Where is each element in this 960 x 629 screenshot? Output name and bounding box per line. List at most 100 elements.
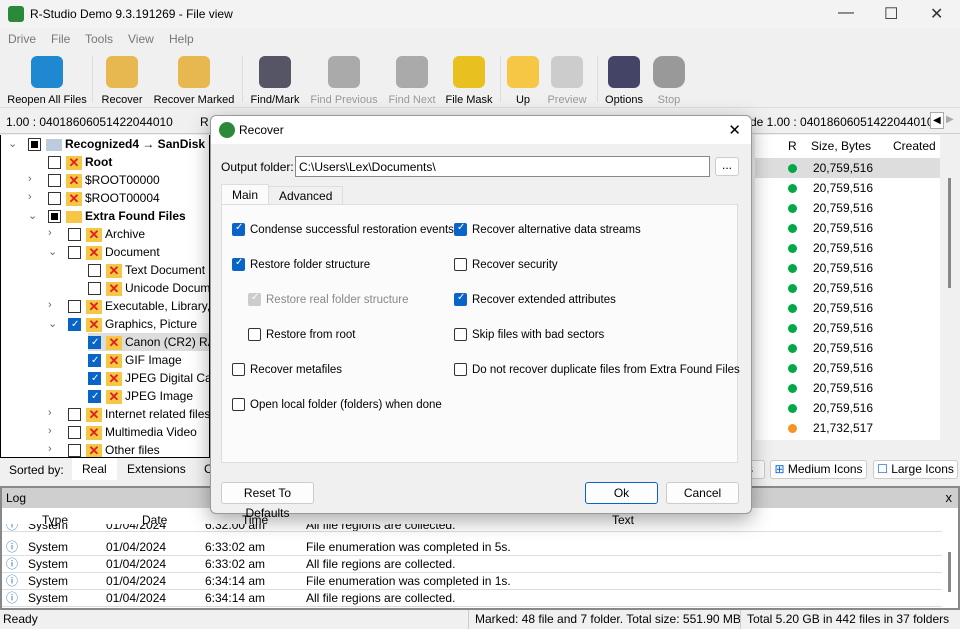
menu-drive[interactable]: Drive [8, 32, 36, 46]
tab-main[interactable]: Main [221, 184, 270, 205]
tree-checkbox[interactable] [88, 370, 101, 388]
file-row[interactable]: 20,759,516 [755, 158, 940, 178]
log-close-button[interactable]: x [946, 490, 953, 505]
stop-button[interactable]: Stop [652, 54, 686, 106]
checkbox[interactable] [232, 398, 245, 412]
reset-defaults-button[interactable]: Reset To Defaults [221, 482, 314, 520]
column-size[interactable]: Size, Bytes [811, 139, 871, 153]
option-skip-files-with-bad-sectors[interactable]: Skip files with bad sectors [454, 328, 604, 342]
cancel-button[interactable]: Cancel [666, 482, 739, 504]
tree-node[interactable]: ✕ Root [48, 153, 112, 171]
checkbox[interactable] [232, 221, 245, 237]
tree-checkbox[interactable] [68, 426, 81, 440]
file-row[interactable]: 20,759,516 [755, 258, 940, 278]
checkbox[interactable] [454, 328, 467, 342]
tree-checkbox[interactable] [28, 138, 41, 152]
tab-advanced[interactable]: Advanced [268, 186, 344, 204]
option-restore-from-root[interactable]: Restore from root [248, 328, 355, 342]
minimize-button[interactable]: — [838, 4, 854, 22]
tab-extensions[interactable]: Extensions [127, 462, 186, 476]
option-open-local-folder-folders-when-done[interactable]: Open local folder (folders) when done [232, 398, 442, 412]
tree-node[interactable]: ✕JPEG Digital Can [88, 369, 209, 388]
large-icons-button[interactable]: ☐ Large Icons [873, 460, 958, 479]
address-tab[interactable]: R [200, 115, 209, 129]
list-scrollbar[interactable] [948, 178, 951, 288]
checkbox[interactable] [454, 291, 467, 307]
checkbox[interactable] [454, 221, 467, 237]
checkbox[interactable] [454, 258, 467, 272]
tree-checkbox[interactable] [68, 408, 81, 422]
expand-down-icon[interactable]: ⌄ [8, 137, 17, 150]
file-row[interactable]: 20,759,516 [755, 358, 940, 378]
option-do-not-recover-duplicate-files-from-extra-found-files[interactable]: Do not recover duplicate files from Extr… [454, 363, 740, 377]
recover-marked-button[interactable]: Recover Marked [152, 54, 236, 106]
tree-checkbox[interactable] [88, 334, 101, 352]
options-button[interactable]: Options [602, 54, 646, 106]
tree-checkbox[interactable] [68, 228, 81, 242]
dialog-close-button[interactable]: ✕ [728, 121, 741, 139]
checkbox[interactable] [232, 363, 245, 377]
menu-file[interactable]: File [51, 32, 70, 46]
maximize-button[interactable]: ☐ [884, 4, 898, 24]
close-button[interactable]: ✕ [930, 4, 943, 24]
tree-checkbox[interactable] [68, 300, 81, 314]
file-mask-button[interactable]: File Mask [444, 54, 494, 106]
tree-node[interactable]: Extra Found Files [48, 207, 186, 225]
tree-node[interactable]: ✕ Archive [68, 225, 145, 243]
tree-node[interactable]: ✕Canon (CR2) RA [88, 333, 209, 352]
tree-node[interactable]: ✕ Executable, Library, [68, 297, 209, 315]
option-recover-alternative-data-streams[interactable]: Recover alternative data streams [454, 221, 641, 237]
menu-help[interactable]: Help [169, 32, 194, 46]
expand-right-icon[interactable]: › [48, 407, 52, 419]
expand-right-icon[interactable]: › [48, 299, 52, 311]
expand-down-icon[interactable]: ⌄ [48, 245, 57, 258]
file-row[interactable]: 20,759,516 [755, 178, 940, 198]
ok-button[interactable]: Ok [585, 482, 658, 504]
expand-right-icon[interactable]: › [48, 443, 52, 455]
find-mark-button[interactable]: Find/Mark [248, 54, 302, 106]
option-condense-successful-restoration-events[interactable]: Condense successful restoration events [232, 221, 454, 237]
log-row[interactable]: ⓘ System 01/04/2024 6:34:14 am File enumerat… [2, 573, 942, 590]
checkbox[interactable] [248, 328, 261, 342]
tree-node[interactable]: ✕Graphics, Picture [68, 315, 197, 334]
log-row[interactable]: ⓘ System 01/04/2024 6:33:02 am File enumerat… [2, 539, 942, 556]
tree-checkbox[interactable] [48, 210, 61, 224]
expand-down-icon[interactable]: ⌄ [48, 317, 57, 330]
tree-checkbox[interactable] [88, 282, 101, 296]
expand-down-icon[interactable]: ⌄ [28, 209, 37, 222]
tree-checkbox[interactable] [68, 246, 81, 260]
file-row[interactable]: 20,759,516 [755, 278, 940, 298]
scroll-right-button[interactable]: ▶ [946, 114, 954, 125]
tree-node[interactable]: Recognized4 → SanDisk Cr [28, 135, 209, 153]
scroll-left-button[interactable]: ◀ [930, 112, 944, 129]
file-row[interactable]: 21,732,517 [755, 418, 940, 438]
column-created[interactable]: Created [893, 139, 936, 153]
file-row[interactable]: 20,759,516 [755, 198, 940, 218]
file-row[interactable]: 20,759,516 [755, 238, 940, 258]
option-recover-metafiles[interactable]: Recover metafiles [232, 363, 342, 377]
output-folder-input[interactable] [295, 156, 710, 177]
log-scrollbar[interactable] [948, 552, 951, 592]
tree-node[interactable]: ✕ Unicode Docum [88, 279, 209, 297]
tree-checkbox[interactable] [88, 352, 101, 370]
file-row[interactable]: 20,759,516 [755, 338, 940, 358]
tree-checkbox[interactable] [48, 174, 61, 188]
column-r[interactable]: R [788, 139, 797, 153]
tree-checkbox[interactable] [88, 264, 101, 278]
preview-button[interactable]: Preview [545, 54, 589, 106]
find-next-button[interactable]: Find Next [385, 54, 439, 106]
file-row[interactable]: 20,759,516 [755, 378, 940, 398]
tree-checkbox[interactable] [48, 156, 61, 170]
reopen-all-files-button[interactable]: Reopen All Files [4, 54, 90, 106]
option-restore-folder-structure[interactable]: Restore folder structure [232, 256, 370, 272]
menu-tools[interactable]: Tools [85, 32, 113, 46]
file-row[interactable]: 20,759,516 [755, 298, 940, 318]
expand-right-icon[interactable]: › [28, 191, 32, 203]
tree-node[interactable]: ✕ Other files [68, 441, 160, 457]
option-recover-security[interactable]: Recover security [454, 258, 558, 272]
tree-node[interactable]: ✕JPEG Image [88, 387, 193, 406]
tab-real[interactable]: Real [72, 458, 117, 480]
checkbox[interactable] [454, 363, 467, 377]
file-row[interactable]: 20,759,516 [755, 398, 940, 418]
tree-node[interactable]: ✕ Text Document [88, 261, 205, 279]
